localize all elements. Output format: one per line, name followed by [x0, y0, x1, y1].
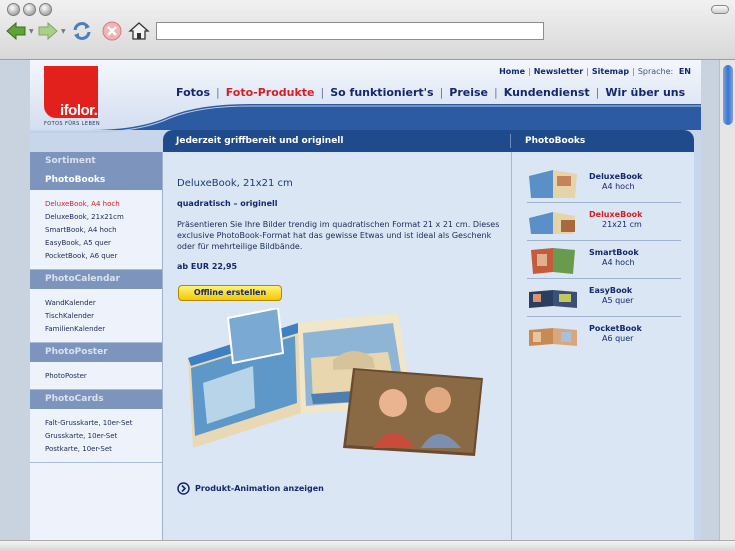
- language-link-en[interactable]: EN: [679, 67, 691, 76]
- sidebar: Sortiment PhotoBooks DeluxeBook, A4 hoch…: [30, 152, 163, 540]
- product-price: ab EUR 22,95: [177, 262, 238, 271]
- sidebar-section-photoposter[interactable]: PhotoPoster: [30, 343, 162, 362]
- offline-erstellen-button[interactable]: Offline erstellen: [178, 285, 282, 301]
- photobook-size: A4 hoch: [602, 182, 635, 191]
- product-title: DeluxeBook, 21x21 cm: [177, 178, 293, 189]
- main-content: Jederzeit griffbereit und originell Phot…: [163, 130, 694, 540]
- window-zoom-button[interactable]: [39, 3, 52, 16]
- content-title-bar: Jederzeit griffbereit und originell Phot…: [163, 130, 694, 152]
- scrollbar-thumb[interactable]: [723, 65, 733, 125]
- photobook-name: DeluxeBook: [589, 210, 643, 219]
- language-label: Sprache:: [637, 67, 674, 76]
- sidebar-list-photocards: Falt-Grusskarte, 10er-Set Grusskarte, 10…: [30, 409, 162, 463]
- sidebar-section-photobooks[interactable]: PhotoBooks: [30, 171, 162, 190]
- logo-tagline: FOTOS FÜRS LEBEN: [44, 121, 101, 127]
- sidebar-item-postkarte[interactable]: Postkarte, 10er-Set: [45, 443, 162, 456]
- sidebar-item-photoposter[interactable]: PhotoPoster: [45, 370, 162, 383]
- nav-preise[interactable]: Preise: [449, 86, 488, 99]
- window-minimize-button[interactable]: [23, 3, 36, 16]
- smartbook-thumbnail: [531, 248, 575, 274]
- main-navigation: Fotos | Foto-Produkte | So funktioniert's | Pr…: [176, 86, 686, 99]
- nav-foto-produkte[interactable]: Foto-Produkte: [226, 86, 315, 99]
- sidebar-list-photobooks: DeluxeBook, A4 hoch DeluxeBook, 21x21cm …: [30, 190, 162, 270]
- toolbar-toggle-button[interactable]: [711, 5, 729, 14]
- title-bar-divider: [510, 134, 511, 148]
- photobook-name: PocketBook: [589, 324, 642, 333]
- photobooks-list: DeluxeBook A4 hoch DeluxeBook 21x21 cm S…: [511, 152, 694, 540]
- reload-icon[interactable]: [71, 20, 93, 42]
- sidebar-item-wandkalender[interactable]: WandKalender: [45, 297, 162, 310]
- sidebar-section-photocards[interactable]: PhotoCards: [30, 390, 162, 409]
- easybook-thumbnail: [529, 290, 577, 308]
- photobook-name: SmartBook: [589, 248, 639, 257]
- ifolor-logo[interactable]: ifolor.: [44, 66, 98, 119]
- sidebar-item-tischkalender[interactable]: TischKalender: [45, 310, 162, 323]
- utility-links: Home | Newsletter | Sitemap | Sprache: EN: [499, 67, 691, 76]
- photobook-size: A4 hoch: [602, 258, 635, 267]
- stop-icon[interactable]: [101, 20, 123, 42]
- sidebar-item-familienkalender[interactable]: FamilienKalender: [45, 323, 162, 336]
- photobook-size: 21x21 cm: [602, 220, 642, 229]
- util-link-home[interactable]: Home: [499, 67, 525, 76]
- nav-so-funktionierts[interactable]: So funktioniert's: [330, 86, 433, 99]
- site-header: ifolor. FOTOS FÜRS LEBEN Home | Newsletter…: [30, 60, 701, 133]
- photobook-size: A5 quer: [602, 296, 634, 305]
- photobook-name: DeluxeBook: [589, 172, 643, 181]
- product-subtitle: quadratisch – originell: [177, 199, 278, 208]
- photobook-item-deluxebook-a4[interactable]: DeluxeBook A4 hoch: [527, 166, 681, 203]
- photobook-item-deluxebook-21x21[interactable]: DeluxeBook 21x21 cm: [527, 204, 681, 241]
- home-icon[interactable]: [128, 20, 150, 42]
- forward-history-caret-icon[interactable]: ▼: [61, 28, 66, 35]
- vertical-scrollbar[interactable]: [719, 60, 735, 540]
- photobooks-title: PhotoBooks: [525, 136, 586, 146]
- photobook-item-easybook[interactable]: EasyBook A5 quer: [527, 280, 681, 317]
- product-description: Präsentieren Sie Ihre Bilder trendig im …: [177, 220, 500, 251]
- util-link-newsletter[interactable]: Newsletter: [534, 67, 583, 76]
- photobook-product-image: [188, 308, 483, 456]
- back-history-caret-icon[interactable]: ▼: [29, 28, 34, 35]
- nav-wir-ueber-uns[interactable]: Wir über uns: [605, 86, 685, 99]
- sidebar-list-photocalendar: WandKalender TischKalender FamilienKalen…: [30, 289, 162, 343]
- pocketbook-thumbnail: [529, 328, 577, 346]
- util-link-sitemap[interactable]: Sitemap: [592, 67, 629, 76]
- sidebar-item-easybook[interactable]: EasyBook, A5 quer: [45, 237, 162, 250]
- sidebar-item-grusskarte[interactable]: Grusskarte, 10er-Set: [45, 430, 162, 443]
- content-title: Jederzeit griffbereit und originell: [176, 136, 344, 146]
- sidebar-list-photoposter: PhotoPoster: [30, 362, 162, 390]
- play-arrow-circle-icon: [177, 482, 190, 495]
- browser-toolbar: ▼ ▼: [0, 0, 735, 60]
- sidebar-item-deluxebook-21x21[interactable]: DeluxeBook, 21x21cm: [45, 211, 162, 224]
- product-detail: DeluxeBook, 21x21 cm quadratisch – origi…: [163, 152, 511, 540]
- produkt-animation-label: Produkt-Animation anzeigen: [195, 484, 324, 493]
- forward-arrow-icon[interactable]: [37, 20, 59, 42]
- photobook-item-pocketbook[interactable]: PocketBook A6 quer: [527, 318, 681, 355]
- photobook-size: A6 quer: [602, 334, 634, 343]
- sidebar-item-deluxebook-a4[interactable]: DeluxeBook, A4 hoch: [45, 198, 162, 211]
- deluxebook-a4-thumbnail: [529, 170, 577, 198]
- back-arrow-icon[interactable]: [5, 20, 27, 42]
- sidebar-item-pocketbook[interactable]: PocketBook, A6 quer: [45, 250, 162, 263]
- window-close-button[interactable]: [7, 3, 20, 16]
- status-bar: [0, 540, 735, 551]
- sidebar-section-photocalendar[interactable]: PhotoCalendar: [30, 270, 162, 289]
- nav-fotos[interactable]: Fotos: [176, 86, 210, 99]
- deluxebook-21x21-thumbnail: [529, 212, 575, 234]
- address-bar[interactable]: [156, 22, 544, 40]
- sidebar-item-falt-grusskarte[interactable]: Falt-Grusskarte, 10er-Set: [45, 417, 162, 430]
- photobook-name: EasyBook: [589, 286, 633, 295]
- sidebar-item-smartbook[interactable]: SmartBook, A4 hoch: [45, 224, 162, 237]
- sidebar-title: Sortiment: [30, 152, 162, 171]
- nav-kundendienst[interactable]: Kundendienst: [504, 86, 590, 99]
- logo-text: ifolor.: [60, 102, 98, 119]
- web-page: ifolor. FOTOS FÜRS LEBEN Home | Newsletter…: [30, 60, 701, 540]
- photobook-item-smartbook[interactable]: SmartBook A4 hoch: [527, 242, 681, 279]
